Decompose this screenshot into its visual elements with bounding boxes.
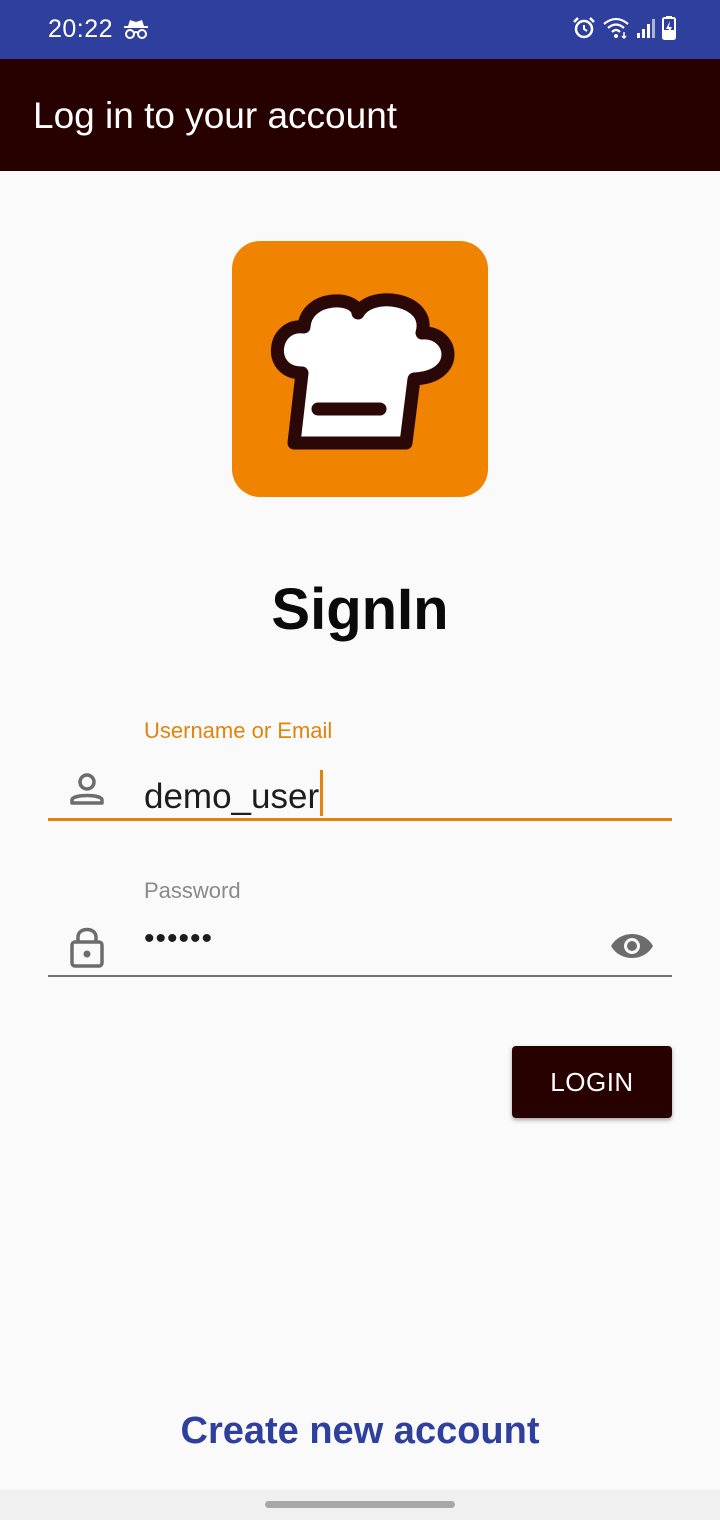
username-label: Username or Email (144, 718, 333, 743)
app-logo (232, 241, 488, 497)
create-account-link[interactable]: Create new account (0, 1410, 720, 1453)
password-field[interactable]: Password •••••• (48, 874, 672, 980)
username-field[interactable]: Username or Email demo_user (48, 716, 672, 824)
password-input[interactable]: •••••• (144, 922, 213, 956)
page-heading: SignIn (271, 577, 449, 642)
incognito-icon (124, 20, 148, 39)
username-input[interactable]: demo_user (144, 770, 324, 817)
chef-hat-icon (270, 293, 455, 450)
username-underline (48, 818, 672, 821)
lock-icon (70, 927, 104, 968)
wifi-icon (603, 17, 629, 40)
password-label: Password (144, 878, 241, 903)
status-time: 20:22 (48, 15, 114, 43)
navigation-bar (0, 1490, 720, 1520)
password-underline (48, 975, 672, 977)
app-bar: Log in to your account (0, 59, 720, 171)
eye-icon[interactable] (610, 930, 654, 962)
person-icon (70, 773, 104, 805)
battery-charging-icon (662, 16, 676, 40)
text-caret (320, 770, 324, 816)
signal-icon (637, 19, 655, 38)
alarm-icon (573, 17, 595, 39)
username-value: demo_user (144, 777, 320, 816)
app-bar-title: Log in to your account (33, 95, 398, 136)
status-bar: 20:22 (0, 0, 720, 59)
login-button[interactable]: LOGIN (512, 1046, 672, 1118)
home-gesture-handle[interactable] (265, 1501, 455, 1508)
